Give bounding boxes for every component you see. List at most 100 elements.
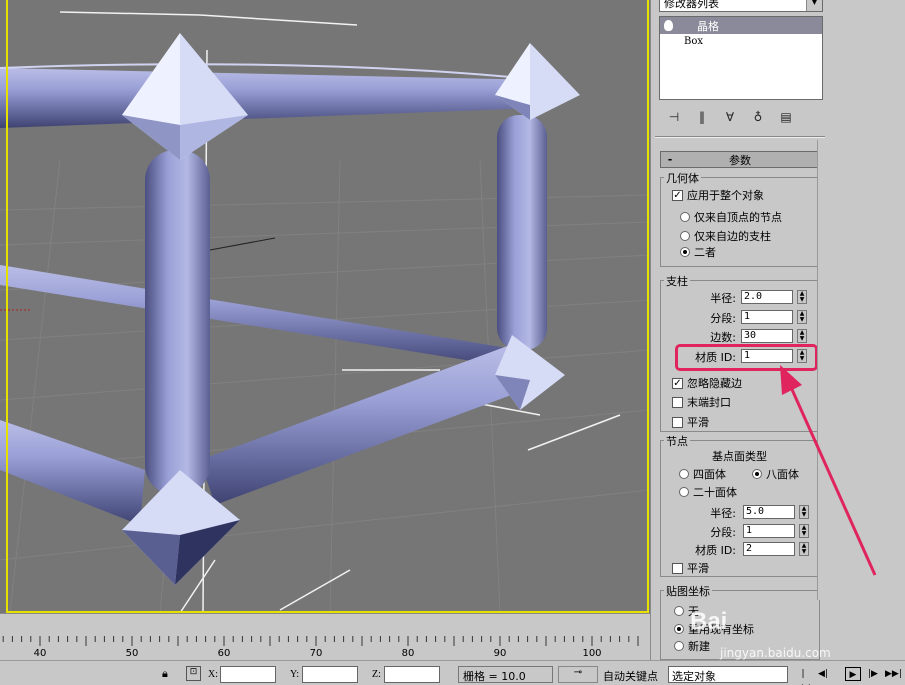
radio-vertices-only[interactable]: 仅来自顶点的节点: [680, 209, 782, 225]
joint-radius-label: 半径:: [710, 507, 736, 520]
checkbox-label: 平滑: [687, 416, 709, 429]
ruler-tick-label: 40: [33, 648, 47, 659]
strut-radius-field[interactable]: 2.0: [741, 290, 793, 304]
radio[interactable]: [679, 469, 689, 479]
strut-radius-label: 半径:: [710, 292, 736, 305]
radio[interactable]: [679, 487, 689, 497]
radio[interactable]: [674, 641, 684, 651]
ruler-tick-label: 80: [401, 648, 415, 659]
stack-toolbar: ⊣ ‖ ∀ ♁ ▤: [659, 106, 823, 128]
radio-icosa[interactable]: 二十面体: [679, 484, 737, 500]
strut-sides-field[interactable]: 30: [741, 329, 793, 343]
key-icon[interactable]: ⊸: [558, 666, 598, 683]
spinner-arrows-icon[interactable]: ▲ ▼: [797, 290, 807, 304]
strut-segments-label: 分段:: [710, 312, 736, 325]
joint-smooth-checkbox[interactable]: 平滑: [672, 560, 709, 576]
radio[interactable]: [674, 624, 684, 634]
parameters-rollout-header[interactable]: - 参数: [660, 151, 820, 168]
make-unique-icon[interactable]: ∀: [721, 108, 739, 126]
x-label: X:: [208, 669, 218, 680]
autokey-button[interactable]: 自动关键点: [603, 668, 658, 684]
timeline-ruler[interactable]: 40 50 60 70 80 90 100: [0, 613, 650, 660]
checkbox-label: 平滑: [687, 562, 709, 575]
show-end-result-icon[interactable]: ‖: [693, 108, 711, 126]
checkbox[interactable]: [672, 396, 683, 408]
checkbox[interactable]: ✓: [672, 189, 683, 201]
ruler-tick-label: 60: [217, 648, 231, 659]
stack-item-lattice[interactable]: 晶格: [660, 17, 822, 34]
strut: [0, 265, 520, 368]
lightbulb-icon[interactable]: [664, 20, 673, 31]
spinner-arrows-icon[interactable]: ▲ ▼: [797, 310, 807, 324]
radio-label: 仅来自边的支柱: [694, 230, 771, 243]
grid-size-readout: 栅格 = 10.0: [458, 666, 553, 683]
radio-edges-only[interactable]: 仅来自边的支柱: [680, 228, 771, 244]
collapse-toggle[interactable]: -: [661, 153, 679, 166]
radio[interactable]: [680, 231, 690, 241]
ruler-tick-label: 70: [309, 648, 323, 659]
ruler-tick-label: 90: [493, 648, 507, 659]
end-caps-checkbox[interactable]: 末端封口: [672, 394, 731, 410]
selection-set-dropdown[interactable]: 选定对象: [668, 666, 788, 683]
strut-smooth-checkbox[interactable]: 平滑: [672, 414, 709, 430]
spinner-arrows-icon[interactable]: ▲ ▼: [797, 329, 807, 343]
group-title: 贴图坐标: [664, 583, 712, 599]
radio[interactable]: [752, 469, 762, 479]
group-title: 支柱: [664, 273, 690, 289]
ruler-tick-label: 50: [125, 648, 139, 659]
remove-modifier-icon[interactable]: ♁: [749, 108, 767, 126]
configure-icon[interactable]: ▤: [777, 108, 795, 126]
play-icon[interactable]: ▶: [845, 667, 861, 681]
absolute-mode-icon[interactable]: ⊡: [186, 666, 201, 681]
modifier-stack[interactable]: 晶格 Box: [659, 16, 823, 100]
z-coord-field[interactable]: [384, 666, 440, 683]
checkbox-label: 末端封口: [687, 396, 731, 409]
ruler-tick-label: 100: [582, 648, 602, 659]
lock-icon[interactable]: 🔒︎: [162, 667, 168, 681]
group-title: 几何体: [664, 170, 701, 186]
radio[interactable]: [674, 606, 684, 616]
goto-start-icon[interactable]: |◀◀: [795, 667, 811, 685]
group-title: 节点: [664, 433, 690, 449]
chevron-down-icon[interactable]: ▼: [806, 0, 822, 11]
radio-label: 二者: [694, 246, 716, 259]
viewport-grid: [0, 159, 650, 613]
annotation-arrow: [780, 365, 877, 576]
radio-label: 二十面体: [693, 486, 737, 499]
modifier-list-label: 修改器列表: [664, 0, 719, 10]
pin-icon[interactable]: ⊣: [665, 108, 683, 126]
radio-new[interactable]: 新建: [674, 638, 710, 654]
apply-whole-object-checkbox[interactable]: ✓ 应用于整个对象: [672, 187, 764, 203]
goto-end-icon[interactable]: ▶▶|: [885, 667, 902, 681]
baidu-watermark-site: jingyan.baidu.com: [720, 646, 831, 660]
checkbox[interactable]: [672, 416, 683, 428]
strut-segments-field[interactable]: 1: [741, 310, 793, 324]
radio-label: 四面体: [693, 468, 726, 481]
stack-item-box[interactable]: Box: [660, 34, 822, 49]
checkbox[interactable]: ✓: [672, 377, 683, 389]
radio[interactable]: [680, 212, 690, 222]
perspective-viewport[interactable]: [0, 0, 650, 613]
modifier-list-dropdown[interactable]: 修改器列表 ▼: [659, 0, 823, 12]
base-type-label: 基点面类型: [712, 450, 767, 463]
radio-label: 新建: [688, 640, 710, 653]
z-label: Z:: [372, 669, 381, 680]
radio-tetra[interactable]: 四面体: [679, 466, 726, 482]
radio-label: 仅来自顶点的节点: [694, 211, 782, 224]
baidu-watermark-logo: Bai: [690, 608, 728, 635]
prev-frame-icon[interactable]: ◀|: [815, 667, 831, 681]
strut-sides-label: 边数:: [710, 331, 736, 344]
next-frame-icon[interactable]: |▶: [865, 667, 881, 681]
y-coord-field[interactable]: [302, 666, 358, 683]
radio-both[interactable]: 二者: [680, 244, 716, 260]
joint-top-left: [122, 33, 248, 160]
ruler-ticks: [2, 636, 639, 646]
checkbox-label: 忽略隐藏边: [687, 377, 742, 390]
x-coord-field[interactable]: [220, 666, 276, 683]
stack-item-label: 晶格: [697, 19, 719, 33]
status-bar: 🔒︎ ⊡ X: Y: Z: 栅格 = 10.0 ⊸ 自动关键点 选定对象 |◀◀…: [0, 660, 905, 685]
radio[interactable]: [680, 247, 690, 257]
ignore-hidden-edges-checkbox[interactable]: ✓ 忽略隐藏边: [672, 375, 742, 391]
checkbox[interactable]: [672, 562, 683, 574]
selection-label: 选定对象: [672, 670, 716, 683]
